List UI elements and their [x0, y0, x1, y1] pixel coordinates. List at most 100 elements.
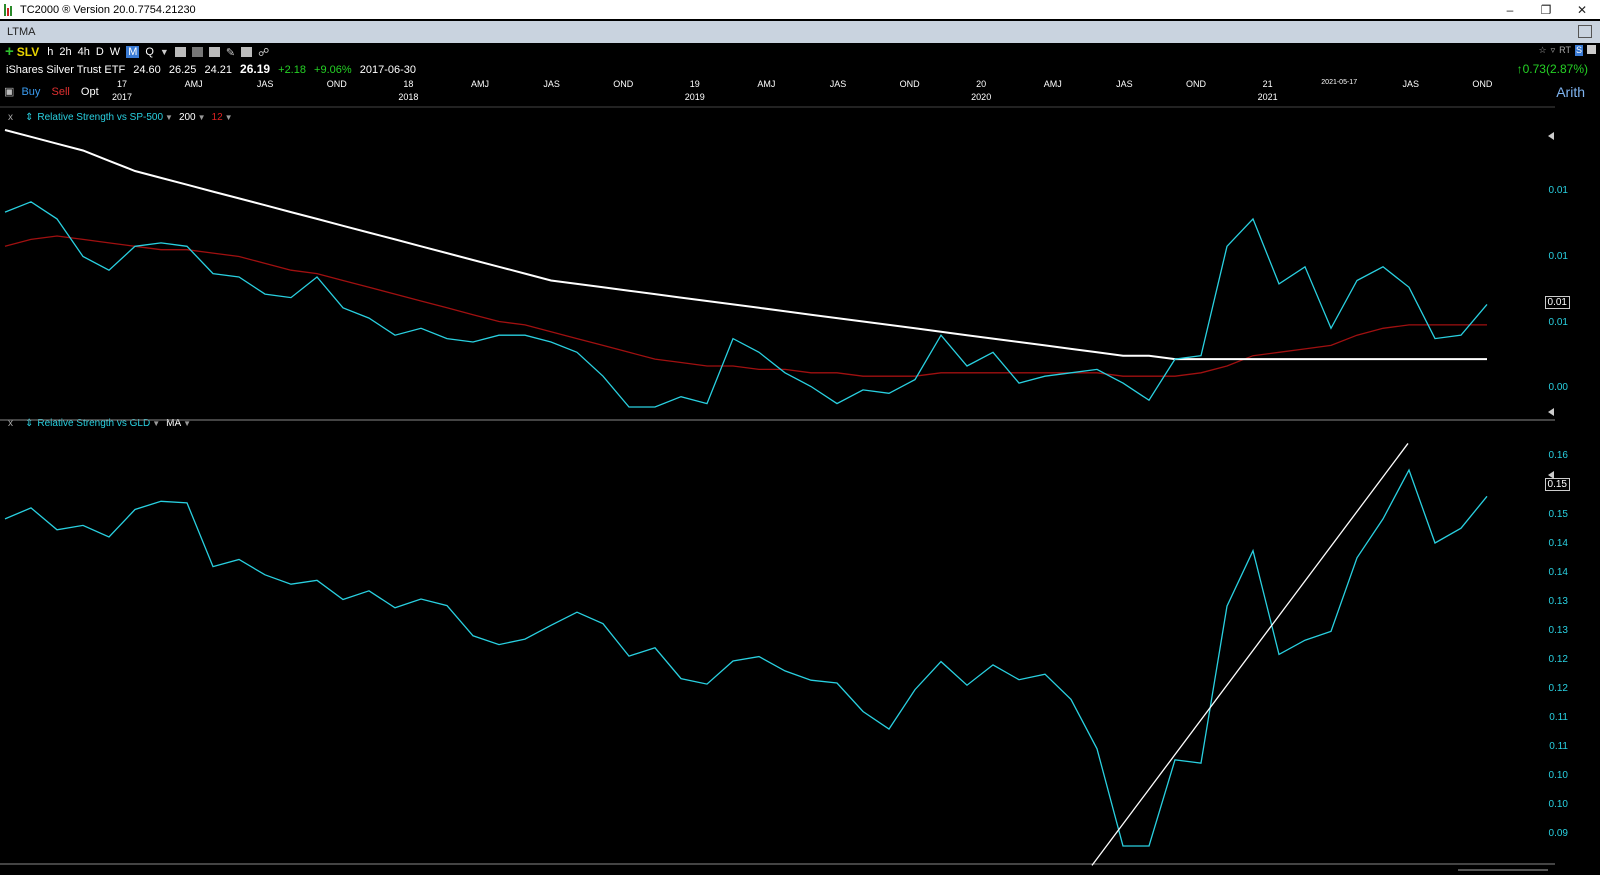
panel1-move-icon[interactable]: ⇕: [25, 112, 33, 123]
layout-bar: LTMA: [0, 21, 1600, 43]
sell-button[interactable]: Sell: [52, 86, 70, 98]
buy-button[interactable]: Buy: [21, 86, 40, 98]
scale-mode-button[interactable]: Arith: [1556, 84, 1585, 100]
quote-line: iShares Silver Trust ETF 24.60 26.25 24.…: [6, 62, 421, 76]
change-pct-value: +9.06%: [314, 64, 352, 76]
horizontal-scrollbar[interactable]: [0, 867, 1600, 875]
tf-m[interactable]: M: [126, 46, 140, 58]
symbol-field[interactable]: SLV: [17, 45, 39, 59]
panel1-param1[interactable]: 200: [179, 112, 196, 123]
tf-h[interactable]: h: [47, 46, 53, 58]
axis-year-label: 2020: [971, 92, 992, 102]
rt-icon[interactable]: RT: [1559, 45, 1571, 56]
tf-q[interactable]: Q: [145, 46, 154, 58]
panel2-param-dropdown-icon[interactable]: ▼: [183, 419, 191, 428]
axis-tick-label: OND: [613, 79, 634, 89]
axis-tick-label: JAS: [1402, 79, 1420, 89]
chart-canvas: [0, 106, 1555, 866]
security-name: iShares Silver Trust ETF: [6, 64, 126, 76]
p1-current-label: 0.01: [1544, 296, 1570, 309]
panel1-close-icon[interactable]: x: [8, 112, 13, 123]
p2-ylabel: 0.15: [1548, 509, 1568, 520]
timeframe-dropdown-icon[interactable]: ▼: [160, 47, 169, 57]
close-icon[interactable]: ✕: [1564, 0, 1600, 19]
param2-dropdown-icon[interactable]: ▼: [225, 113, 233, 122]
change-value: +2.18: [278, 64, 306, 76]
axis-tick-label: AMJ: [184, 79, 203, 89]
trade-bar: ▣ Buy Sell Opt: [4, 85, 99, 98]
axis-year-label: 2018: [398, 92, 419, 102]
chart-type-icon[interactable]: [174, 47, 186, 57]
panel-restore-icon[interactable]: [1578, 25, 1592, 38]
p2-ylabel: 0.14: [1548, 567, 1568, 578]
time-axis: 17 2017 AMJ JAS OND 18 2018 AMJ JAS OND 19 2019 AMJ J…: [0, 79, 1555, 105]
axis-tick-label: OND: [326, 79, 347, 89]
panel1-header: x ⇕ Relative Strength vs SP-500 ▼ 200 ▼ 12…: [8, 110, 239, 124]
axis-tick-label: 17: [116, 79, 127, 89]
draw-icon[interactable]: ✎: [226, 46, 235, 59]
p2-ylabel: 0.11: [1549, 712, 1568, 723]
restore-icon[interactable]: ❐: [1528, 0, 1564, 19]
low-value: 24.21: [204, 64, 232, 76]
p2-ylabel: 0.12: [1548, 654, 1568, 665]
high-value: 26.25: [168, 64, 197, 76]
panel1-param2[interactable]: 12: [212, 112, 223, 123]
app-logo-icon: [4, 3, 16, 16]
tf-4h[interactable]: 4h: [78, 46, 90, 58]
share-icon[interactable]: ☍: [258, 46, 269, 59]
daily-change-value: 0.73(2.87%): [1522, 62, 1588, 76]
panel2-dropdown-icon[interactable]: ▼: [152, 419, 160, 428]
options-button[interactable]: Opt: [81, 86, 99, 98]
scroll-thumb[interactable]: [1458, 869, 1548, 871]
p2-ylabel: 0.10: [1548, 799, 1568, 810]
p2-ylabel: 0.14: [1548, 538, 1568, 549]
add-icon[interactable]: +: [5, 44, 14, 59]
panel2-title[interactable]: Relative Strength vs GLD: [37, 418, 150, 429]
axis-tick-label: JAS: [829, 79, 847, 89]
p2-ylabel: 0.11: [1549, 741, 1568, 752]
p2-ylabel: 0.16: [1548, 450, 1568, 461]
axis-tick-label: JAS: [1116, 79, 1133, 89]
axis-tick-label: OND: [899, 79, 920, 89]
chart-toolbar: + SLV h 2h 4h D W M Q ▼ ✎ ☍: [0, 44, 1600, 60]
panel2-param1[interactable]: MA: [166, 418, 181, 429]
news-icon[interactable]: [241, 47, 253, 57]
minimize-icon[interactable]: –: [1492, 0, 1528, 19]
axis-tick-label: OND: [1472, 79, 1493, 89]
axis-tick-label: 21: [1262, 79, 1273, 89]
filter-icon[interactable]: ▿: [1551, 45, 1556, 56]
panel1-title[interactable]: Relative Strength vs SP-500: [37, 112, 163, 123]
layout-name: LTMA: [7, 26, 36, 38]
p2-current-label: 0.15: [1544, 478, 1570, 491]
p2-trendline[interactable]: [1091, 443, 1409, 866]
close-value: 26.19: [240, 62, 271, 76]
panel2-close-icon[interactable]: x: [8, 418, 13, 429]
trade-icon[interactable]: ▣: [4, 86, 14, 98]
axis-tick-label: 19: [689, 79, 700, 89]
panel2-header: x ⇕ Relative Strength vs GLD ▼ MA ▼: [8, 416, 197, 430]
p1-series-line-200: [4, 129, 1487, 361]
param1-dropdown-icon[interactable]: ▼: [198, 113, 206, 122]
p1-series-line-relative-strength-vs-sp-500: [4, 201, 1488, 408]
axis-year-label: 2017: [111, 92, 133, 102]
panel1-top-marker-icon: [1548, 132, 1554, 140]
panel2-move-icon[interactable]: ⇕: [25, 418, 33, 429]
p2-ylabel: 0.12: [1548, 683, 1568, 694]
axis-tick-label: AMJ: [471, 79, 489, 89]
star-icon[interactable]: ☆: [1539, 45, 1547, 56]
panel1-bottom-marker-icon: [1548, 408, 1554, 416]
tf-2h[interactable]: 2h: [59, 46, 71, 58]
save-icon[interactable]: [1587, 45, 1596, 54]
bar-style-icon[interactable]: [191, 47, 203, 57]
axis-year-label: 2019: [684, 92, 705, 102]
scan-icon[interactable]: S: [1574, 45, 1583, 56]
panel1-dropdown-icon[interactable]: ▼: [165, 113, 173, 122]
p2-ylabel: 0.09: [1548, 828, 1568, 839]
axis-tick-label: AMJ: [757, 79, 776, 89]
p1-series-line-12: [4, 235, 1487, 377]
bar-date: 2017-06-30: [359, 64, 417, 76]
axis-tick-label: JAS: [256, 79, 274, 89]
indicator-icon[interactable]: [208, 47, 220, 57]
tf-d[interactable]: D: [96, 46, 104, 58]
tf-w[interactable]: W: [110, 46, 120, 58]
